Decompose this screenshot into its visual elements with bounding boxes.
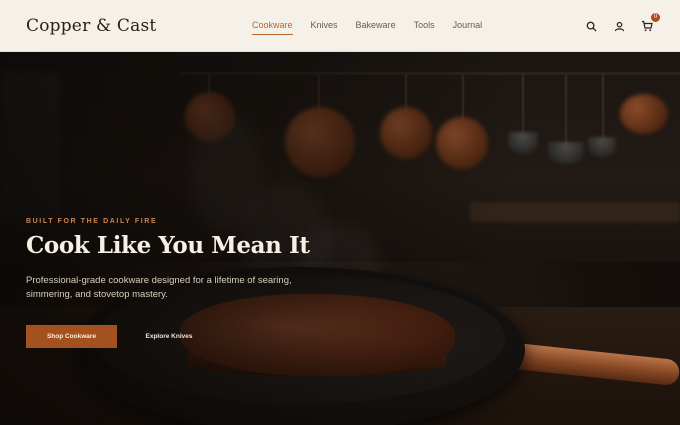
hero-eyebrow: BUILT FOR THE DAILY FIRE xyxy=(26,218,158,225)
site-header: Copper & Cast Cookware Knives Bakeware T… xyxy=(0,0,680,52)
user-icon[interactable] xyxy=(612,19,626,33)
main-nav: Cookware Knives Bakeware Tools Journal xyxy=(252,0,500,52)
nav-item-bakeware[interactable]: Bakeware xyxy=(356,18,396,35)
nav-item-cookware[interactable]: Cookware xyxy=(252,18,293,35)
explore-knives-button[interactable]: Explore Knives xyxy=(128,325,210,348)
hero-headline: Cook Like You Mean It xyxy=(26,232,310,259)
cart-icon[interactable]: 0 xyxy=(640,13,660,33)
search-icon[interactable] xyxy=(584,19,598,33)
nav-item-journal[interactable]: Journal xyxy=(453,18,483,35)
header-icons: 0 xyxy=(584,0,660,52)
brand-logo[interactable]: Copper & Cast xyxy=(26,16,156,36)
nav-item-tools[interactable]: Tools xyxy=(414,18,435,35)
hero-subtext: Professional-grade cookware designed for… xyxy=(26,275,292,300)
nav-item-knives[interactable]: Knives xyxy=(311,18,338,35)
shop-cookware-button[interactable]: Shop Cookware xyxy=(26,325,117,348)
hero-section: BUILT FOR THE DAILY FIRE Cook Like You M… xyxy=(0,52,680,425)
cart-count-badge: 0 xyxy=(651,13,660,22)
